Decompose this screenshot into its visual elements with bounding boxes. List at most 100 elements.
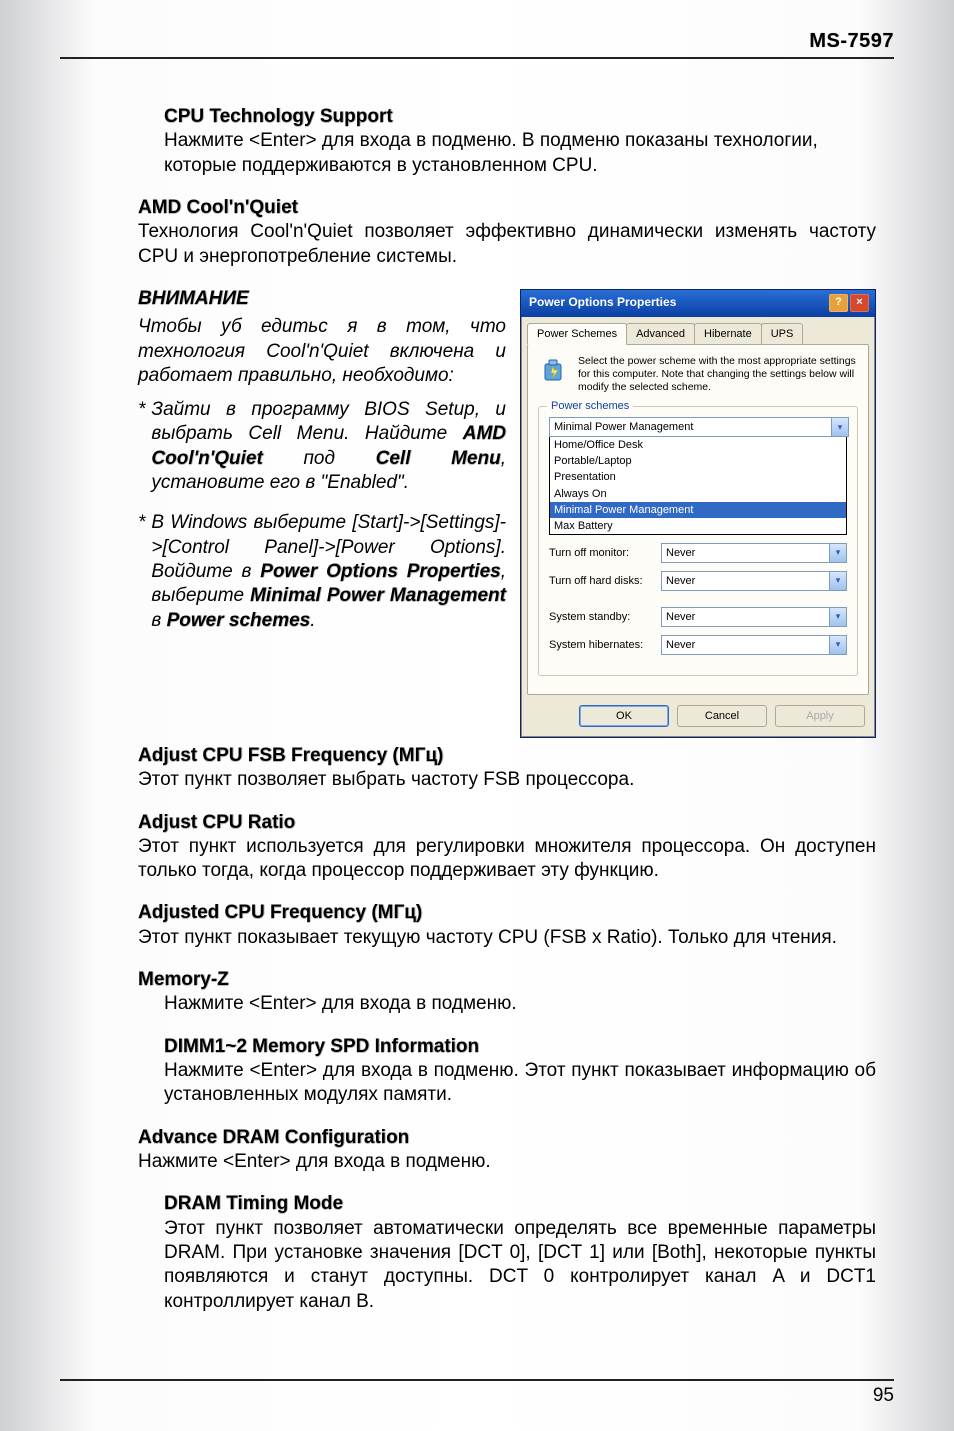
page-header: MS-7597: [60, 30, 894, 59]
value-standby: Never: [662, 608, 829, 626]
chevron-down-icon[interactable]: ▾: [829, 608, 846, 626]
power-scheme-value: Minimal Power Management: [550, 418, 831, 436]
model-number: MS-7597: [809, 30, 894, 52]
section-dramtiming: DRAM Timing Mode Этот пункт позволяет ав…: [138, 1192, 876, 1314]
dialog-intro: Select the power scheme with the most ap…: [538, 355, 858, 394]
label-disks: Turn off hard disks:: [549, 574, 661, 588]
heading-amd: AMD Cool'n'Quiet: [138, 197, 298, 218]
body-dimm: Нажмите <Enter> для входа в подменю. Это…: [164, 1059, 876, 1108]
power-options-dialog: Power Options Properties ? × Power Schem…: [520, 289, 876, 738]
attention-block: ВНИМАНИЕ Чтобы уб едитьс я в том, что те…: [138, 287, 506, 633]
section-ratio: Adjust CPU Ratio Этот пункт используется…: [138, 811, 876, 884]
section-amd-coolnquiet: AMD Cool'n'Quiet Технология Cool'n'Quiet…: [138, 196, 876, 269]
dialog-titlebar[interactable]: Power Options Properties ? ×: [521, 290, 875, 317]
row-monitor: Turn off monitor: Never ▾: [549, 543, 847, 563]
chevron-down-icon[interactable]: ▾: [829, 544, 846, 562]
b1-pre: Зайти в программу BIOS Setup, и выбрать …: [151, 399, 506, 444]
tab-advanced[interactable]: Advanced: [626, 323, 695, 344]
heading-fsb: Adjust CPU FSB Frequency (МГц): [138, 745, 443, 766]
value-monitor: Never: [662, 544, 829, 562]
power-schemes-fieldset: Power schemes Minimal Power Management ▾…: [538, 406, 858, 675]
chevron-down-icon[interactable]: ▾: [829, 636, 846, 654]
heading-adjfreq: Adjusted CPU Frequency (МГц): [138, 902, 422, 923]
bullet-marker: *: [138, 511, 145, 633]
b1-mid: под: [263, 448, 376, 469]
b2-post: .: [310, 610, 315, 631]
b2-bold1: Power Options Properties: [260, 561, 500, 582]
battery-icon: [538, 355, 570, 387]
body-advdram: Нажмите <Enter> для входа в подменю.: [138, 1151, 491, 1172]
b2-bold3: Power schemes: [167, 610, 311, 631]
power-scheme-dropdown[interactable]: Home/Office Desk Portable/Laptop Present…: [549, 437, 847, 534]
dialog-tabs: Power Schemes Advanced Hibernate UPS: [521, 317, 875, 344]
power-scheme-combo[interactable]: Minimal Power Management ▾: [549, 417, 849, 437]
option-minimal[interactable]: Minimal Power Management: [550, 502, 846, 518]
dialog-panel: Select the power scheme with the most ap…: [527, 344, 869, 695]
heading-ratio: Adjust CPU Ratio: [138, 812, 295, 833]
help-button[interactable]: ?: [829, 294, 848, 312]
attention-intro: Чтобы уб едитьс я в том, что технология …: [138, 315, 506, 388]
body-fsb: Этот пункт позволяет выбрать частоту FSB…: [138, 769, 634, 790]
combo-monitor[interactable]: Never ▾: [661, 543, 847, 563]
dialog-title: Power Options Properties: [529, 295, 676, 310]
section-dimm: DIMM1~2 Memory SPD Information Нажмите <…: [138, 1035, 876, 1108]
b2-mid2: в: [151, 610, 166, 631]
page-number: 95: [873, 1385, 894, 1406]
fieldset-legend: Power schemes: [547, 399, 633, 413]
bullet-2-text: В Windows выберите [Start]->[Settings]->…: [151, 511, 506, 633]
bullet-1-text: Зайти в программу BIOS Setup, и выбрать …: [151, 398, 506, 495]
combo-standby[interactable]: Never ▾: [661, 607, 847, 627]
row-hibernate: System hibernates: Never ▾: [549, 635, 847, 655]
bullet-2: * В Windows выберите [Start]->[Settings]…: [138, 511, 506, 633]
heading-advdram: Advance DRAM Configuration: [138, 1127, 409, 1148]
row-disks: Turn off hard disks: Never ▾: [549, 571, 847, 591]
value-hibernate: Never: [662, 636, 829, 654]
option-always-on[interactable]: Always On: [550, 486, 846, 502]
label-standby: System standby:: [549, 610, 661, 624]
combo-hibernate[interactable]: Never ▾: [661, 635, 847, 655]
chevron-down-icon[interactable]: ▾: [831, 418, 848, 436]
label-monitor: Turn off monitor:: [549, 546, 661, 560]
b1-bold2: Cell Menu: [376, 448, 501, 469]
ok-button[interactable]: OK: [579, 705, 669, 727]
apply-button[interactable]: Apply: [775, 705, 865, 727]
tab-ups[interactable]: UPS: [761, 323, 804, 344]
section-cpu-technology: CPU Technology Support Нажмите <Enter> д…: [138, 105, 876, 178]
body-memoryz: Нажмите <Enter> для входа в подменю.: [138, 992, 876, 1016]
label-hibernate: System hibernates:: [549, 638, 661, 652]
option-portable[interactable]: Portable/Laptop: [550, 453, 846, 469]
section-memoryz: Memory-Z Нажмите <Enter> для входа в под…: [138, 968, 876, 1017]
section-advdram: Advance DRAM Configuration Нажмите <Ente…: [138, 1126, 876, 1175]
option-home[interactable]: Home/Office Desk: [550, 437, 846, 453]
attention-and-dialog: ВНИМАНИЕ Чтобы уб едитьс я в том, что те…: [138, 287, 876, 738]
page-body: CPU Technology Support Нажмите <Enter> д…: [60, 105, 894, 1314]
body-ratio: Этот пункт используется для регулировки …: [138, 835, 876, 884]
value-disks: Never: [662, 572, 829, 590]
bullet-marker: *: [138, 398, 145, 495]
close-button[interactable]: ×: [850, 294, 869, 312]
heading-dramtiming: DRAM Timing Mode: [164, 1193, 343, 1214]
cancel-button[interactable]: Cancel: [677, 705, 767, 727]
tab-hibernate[interactable]: Hibernate: [694, 323, 762, 344]
heading-cpu-technology: CPU Technology Support: [164, 106, 393, 127]
section-fsb: Adjust CPU FSB Frequency (МГц) Этот пунк…: [138, 744, 876, 793]
page-footer: 95: [60, 1379, 894, 1407]
chevron-down-icon[interactable]: ▾: [829, 572, 846, 590]
body-cpu-technology: Нажмите <Enter> для входа в подменю. В п…: [164, 130, 818, 175]
heading-dimm: DIMM1~2 Memory SPD Information: [164, 1036, 479, 1057]
combo-disks[interactable]: Never ▾: [661, 571, 847, 591]
body-amd: Технология Cool'n'Quiet позволяет эффект…: [138, 220, 876, 269]
heading-memoryz: Memory-Z: [138, 969, 229, 990]
section-adjfreq: Adjusted CPU Frequency (МГц) Этот пункт …: [138, 901, 876, 950]
row-standby: System standby: Never ▾: [549, 607, 847, 627]
option-presentation[interactable]: Presentation: [550, 469, 846, 485]
body-adjfreq: Этот пункт показывает текущую частоту CP…: [138, 927, 837, 948]
tab-power-schemes[interactable]: Power Schemes: [527, 323, 627, 345]
b2-bold2: Minimal Power Management: [250, 585, 506, 606]
dialog-buttons: OK Cancel Apply: [521, 701, 875, 737]
bullet-1: * Зайти в программу BIOS Setup, и выбрат…: [138, 398, 506, 495]
dialog-intro-text: Select the power scheme with the most ap…: [578, 355, 858, 394]
option-max-battery[interactable]: Max Battery: [550, 518, 846, 534]
heading-attention: ВНИМАНИЕ: [138, 288, 249, 309]
body-dramtiming: Этот пункт позволяет автоматически опред…: [164, 1217, 876, 1314]
